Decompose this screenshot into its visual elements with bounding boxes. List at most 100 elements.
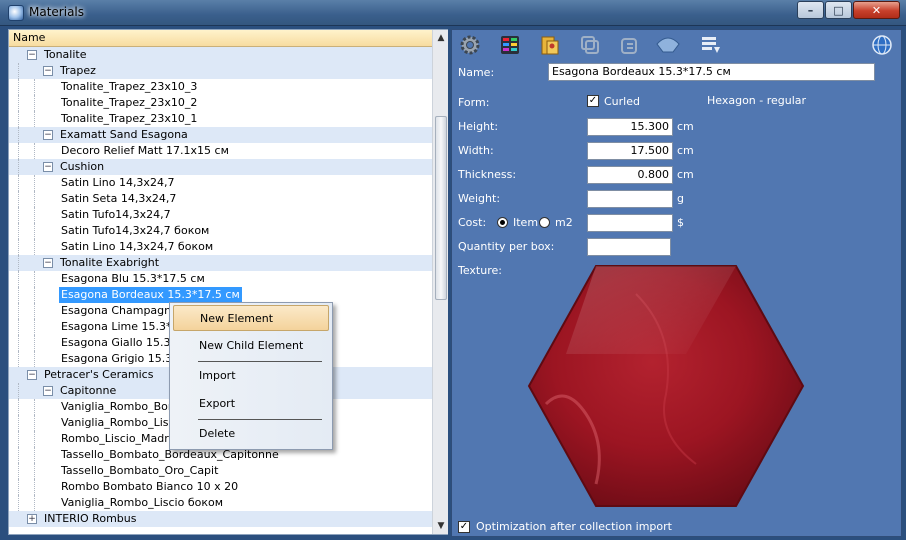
cost-input[interactable] <box>587 214 673 232</box>
thickness-unit: cm <box>677 168 694 181</box>
tree-guide-line <box>18 111 19 127</box>
tree-guide-line <box>18 319 19 335</box>
tree-item-row[interactable]: Esagona Blu 15.3*17.5 см <box>9 271 432 287</box>
expand-icon[interactable]: + <box>27 514 37 524</box>
scroll-up-arrow-icon[interactable]: ▲ <box>433 30 449 46</box>
width-label: Width: <box>458 144 494 157</box>
window-title: Materials <box>29 5 85 19</box>
paste-icon[interactable] <box>617 32 643 58</box>
collapse-icon[interactable]: − <box>43 130 53 140</box>
palette-icon[interactable] <box>497 32 523 58</box>
tree-group-row[interactable]: − Trapez <box>9 63 432 79</box>
tree-item-row[interactable]: Satin Tufo14,3x24,7 боком <box>9 223 432 239</box>
gear-icon[interactable] <box>457 32 483 58</box>
shape-icon[interactable] <box>655 32 681 58</box>
menu-item-new-child-element[interactable]: New Child Element <box>173 333 329 359</box>
menu-item-delete[interactable]: Delete <box>173 421 329 447</box>
tree-row-label: Tassello_Bombato_Oro_Capit <box>61 464 219 477</box>
tree-row-label: Vaniglia_Rombo_Liscio боком <box>61 496 224 509</box>
shape-name: Hexagon - regular <box>707 94 807 107</box>
tree-item-row[interactable]: Satin Seta 14,3x24,7 <box>9 191 432 207</box>
tree-item-row[interactable]: Rombo Bombato Bianco 10 x 20 <box>9 479 432 495</box>
thickness-input[interactable]: 0.800 <box>587 166 673 184</box>
name-input[interactable]: Esagona Bordeaux 15.3*17.5 см <box>548 63 875 81</box>
tree-row-label: Decoro Relief Matt 17.1x15 см <box>61 144 229 157</box>
cost-m2-label: m2 <box>555 216 573 229</box>
title-bar: Materials – □ ✕ <box>0 0 906 26</box>
tree-group-row[interactable]: + INTERIO Rombus <box>9 511 432 527</box>
weight-input[interactable] <box>587 190 673 208</box>
form-label: Form: <box>458 96 490 109</box>
texture-label: Texture: <box>458 264 502 277</box>
tree-item-row[interactable]: Tassello_Bombato_Oro_Capit <box>9 463 432 479</box>
tree-item-row[interactable]: Decoro Relief Matt 17.1x15 см <box>9 143 432 159</box>
close-button[interactable]: ✕ <box>853 1 900 19</box>
globe-icon[interactable] <box>869 32 895 58</box>
tree-row-label: Rombo Bombato Bianco 10 x 20 <box>61 480 239 493</box>
tree-group-row[interactable]: − Examatt Sand Esagona <box>9 127 432 143</box>
context-menu: New Element New Child Element Import Exp… <box>169 302 333 450</box>
menu-item-label: Import <box>199 369 236 382</box>
tree-guide-line <box>34 239 35 255</box>
collapse-icon[interactable]: − <box>27 50 37 60</box>
tree-guide-line <box>18 415 19 431</box>
thickness-label: Thickness: <box>458 168 517 181</box>
tree-row-label: INTERIO Rombus <box>44 512 137 525</box>
menu-item-new-element[interactable]: New Element <box>173 305 329 331</box>
tree-item-row[interactable]: Tonalite_Trapez_23x10_2 <box>9 95 432 111</box>
tree-guide-line <box>34 175 35 191</box>
collapse-icon[interactable]: − <box>43 386 53 396</box>
tree-guide-line <box>34 287 35 303</box>
height-input[interactable]: 15.300 <box>587 118 673 136</box>
tree-guide-line <box>18 463 19 479</box>
tree-guide-line <box>34 479 35 495</box>
optimization-label: Optimization after collection import <box>476 520 672 533</box>
tree-guide-line <box>18 399 19 415</box>
maximize-button[interactable]: □ <box>825 1 852 19</box>
tree-item-row[interactable]: Vaniglia_Rombo_Liscio боком <box>9 495 432 511</box>
texture-preview[interactable] <box>526 264 806 508</box>
scroll-thumb[interactable] <box>435 116 447 300</box>
collapse-icon[interactable]: − <box>43 258 53 268</box>
weight-unit: g <box>677 192 684 205</box>
tree-guide-line <box>34 79 35 95</box>
qty-input[interactable] <box>587 238 671 256</box>
collapse-icon[interactable]: − <box>27 370 37 380</box>
cost-item-radio[interactable] <box>497 217 508 228</box>
tree-guide-line <box>34 207 35 223</box>
optimization-checkbox[interactable]: ✓ <box>458 521 470 533</box>
tree-column-header[interactable]: Name <box>9 30 432 47</box>
tree-item-row[interactable]: Satin Tufo14,3x24,7 <box>9 207 432 223</box>
tree-group-row[interactable]: − Tonalite <box>9 47 432 63</box>
tree-guide-line <box>18 287 19 303</box>
folder-icon[interactable] <box>537 32 563 58</box>
width-input[interactable]: 17.500 <box>587 142 673 160</box>
minimize-button[interactable]: – <box>797 1 824 19</box>
tree-row-label: Tonalite <box>44 48 87 61</box>
curled-checkbox[interactable]: ✓ <box>587 95 599 107</box>
tree-guide-line <box>18 447 19 463</box>
menu-item-import[interactable]: Import <box>173 363 329 389</box>
scroll-down-arrow-icon[interactable]: ▼ <box>433 518 449 534</box>
tree-guide-line <box>34 111 35 127</box>
tree-guide-line <box>18 143 19 159</box>
tree-group-row[interactable]: − Tonalite Exabright <box>9 255 432 271</box>
tree-group-row[interactable]: − Cushion <box>9 159 432 175</box>
cost-m2-radio[interactable] <box>539 217 550 228</box>
tree-item-row[interactable]: Tonalite_Trapez_23x10_3 <box>9 79 432 95</box>
copy-icon[interactable] <box>577 32 603 58</box>
tree-item-row[interactable]: Satin Lino 14,3x24,7 <box>9 175 432 191</box>
tree-scrollbar[interactable]: ▲ ▼ <box>432 30 448 534</box>
tree-guide-line <box>18 479 19 495</box>
collapse-icon[interactable]: − <box>43 162 53 172</box>
tree-row-label: Petracer's Ceramics <box>44 368 154 381</box>
collapse-icon[interactable]: − <box>43 66 53 76</box>
tree-guide-line <box>34 463 35 479</box>
height-label: Height: <box>458 120 499 133</box>
tree-item-row[interactable]: Esagona Bordeaux 15.3*17.5 см <box>9 287 432 303</box>
list-icon[interactable] <box>697 32 723 58</box>
tree-item-row[interactable]: Satin Lino 14,3x24,7 боком <box>9 239 432 255</box>
menu-item-export[interactable]: Export <box>173 391 329 417</box>
tree-item-row[interactable]: Tonalite_Trapez_23x10_1 <box>9 111 432 127</box>
tree-guide-line <box>18 79 19 95</box>
